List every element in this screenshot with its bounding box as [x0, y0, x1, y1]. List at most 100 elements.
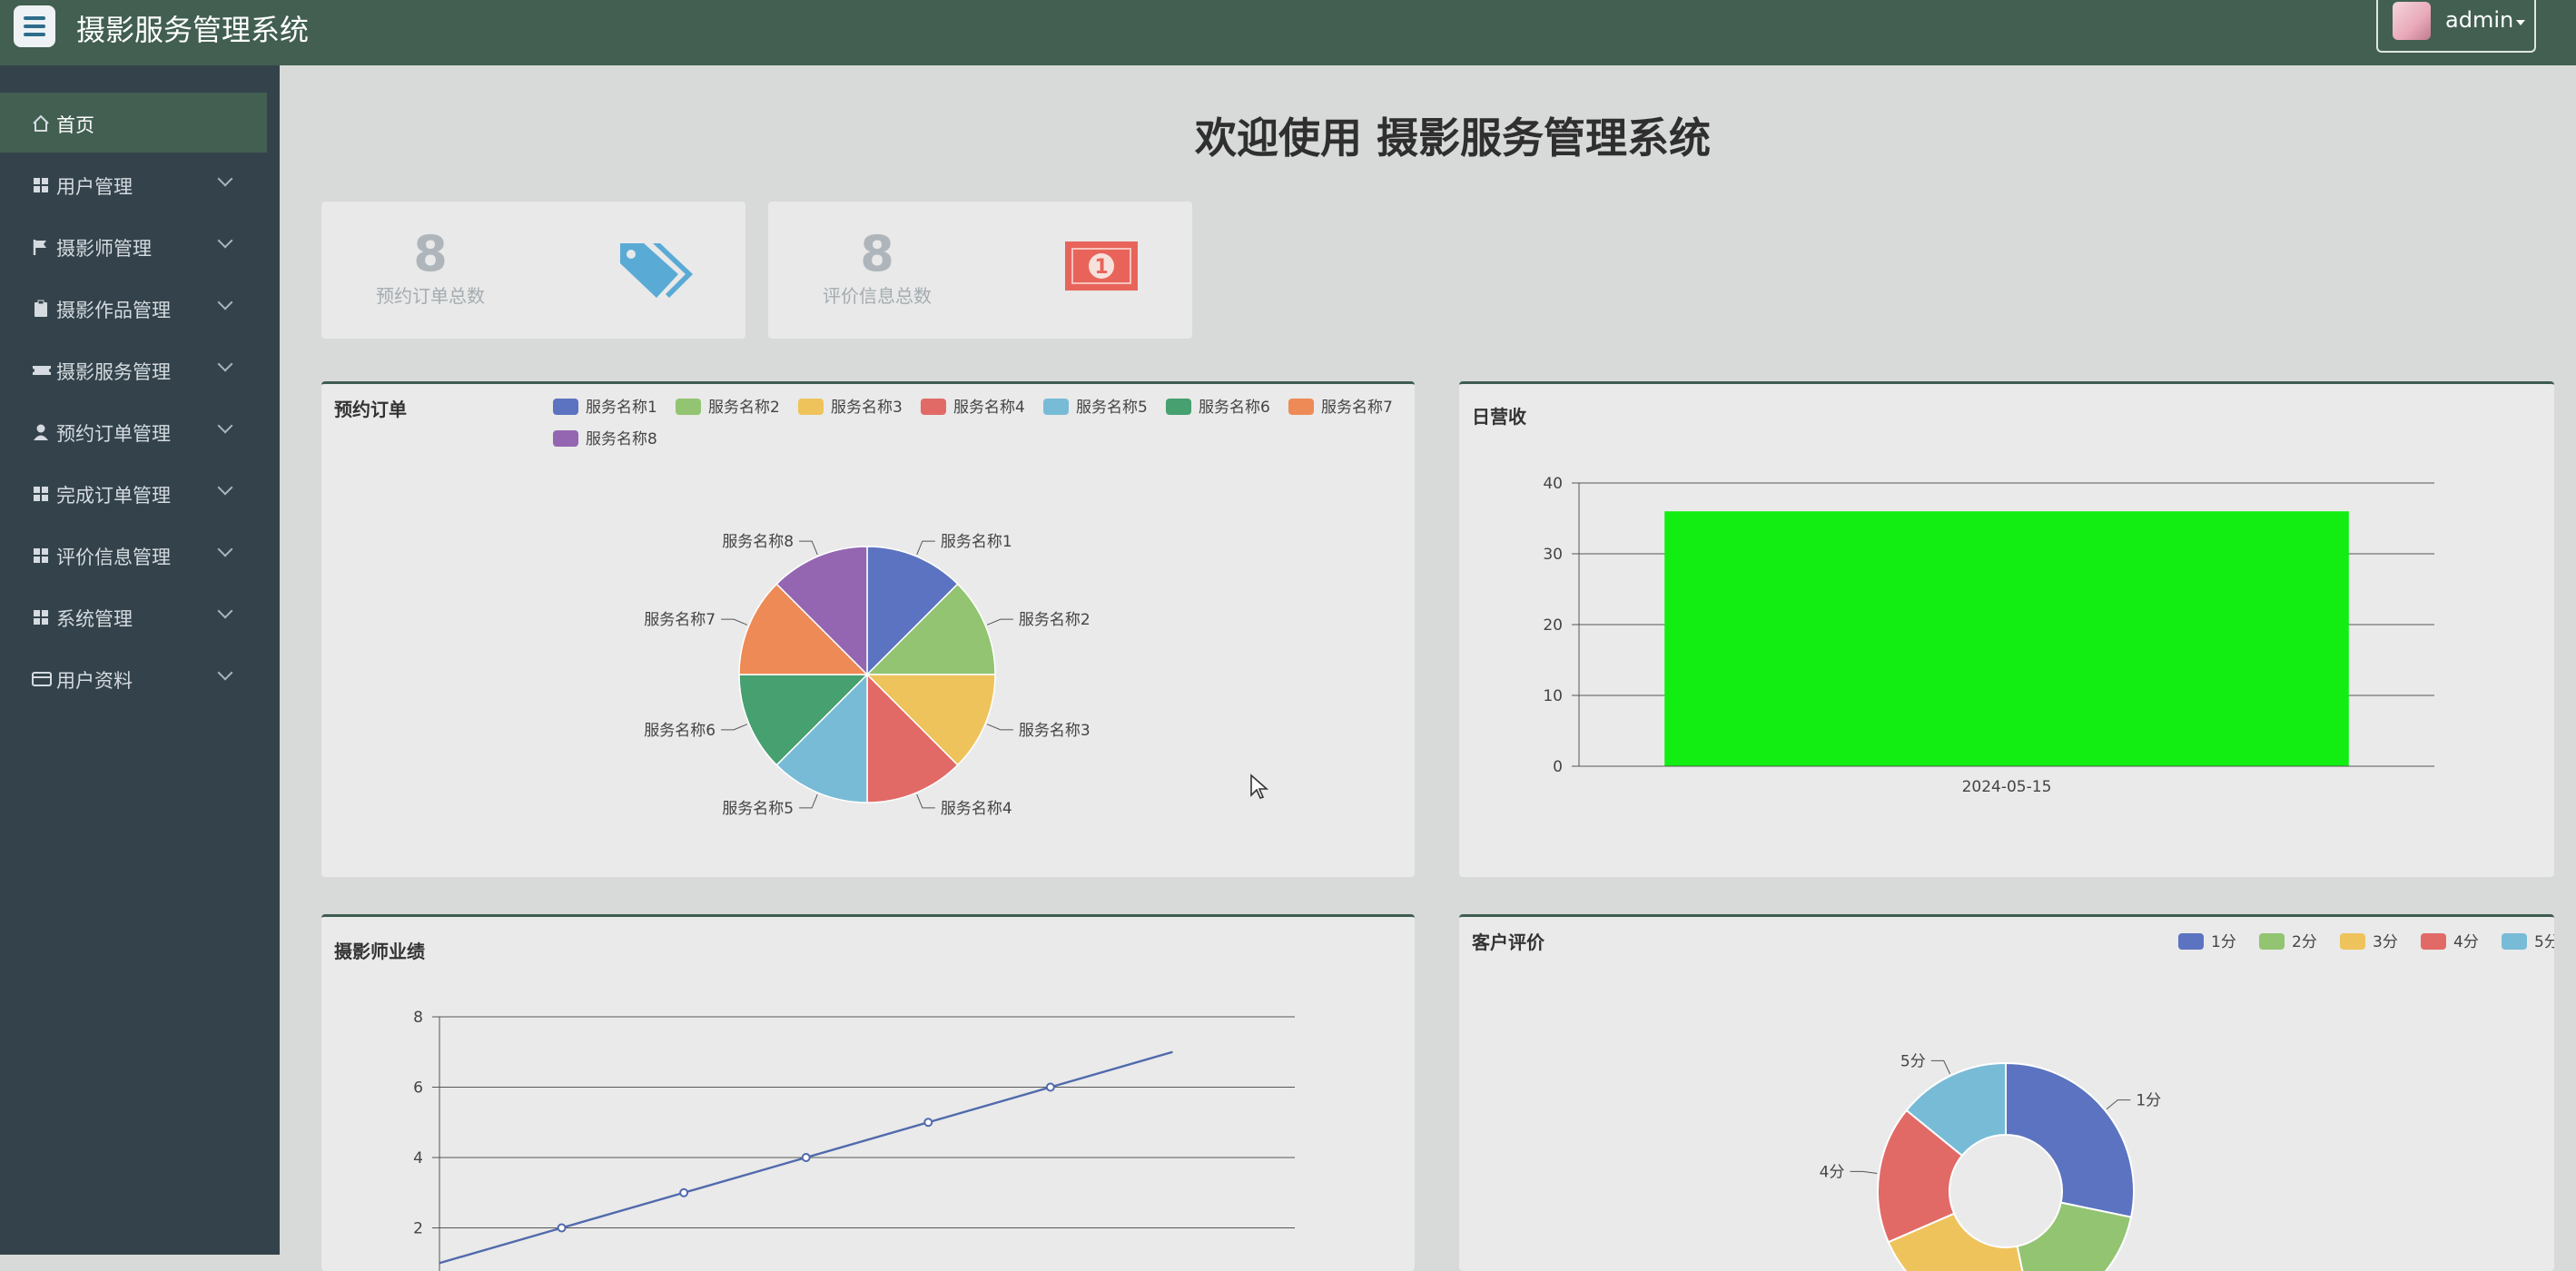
sidebar-item-1[interactable]: 用户管理	[0, 154, 267, 214]
label-leader-line	[1930, 1059, 1951, 1075]
stat-card: 8 评价信息总数 1	[768, 202, 1192, 339]
legend-label[interactable]: 1分	[2211, 933, 2236, 951]
stat-card: 8 预约订单总数	[321, 202, 745, 339]
user-menu-button[interactable]: admin	[2376, 0, 2536, 53]
sidebar-item-label: 预约订单管理	[56, 423, 171, 445]
legend-swatch[interactable]	[553, 430, 578, 447]
legend-swatch[interactable]	[798, 399, 824, 415]
chevron-down-icon	[217, 479, 233, 496]
slice-label: 服务名称5	[722, 800, 794, 818]
y-tick-label: 4	[413, 1149, 423, 1168]
chevron-down-icon	[217, 541, 233, 557]
slice-label: 服务名称2	[1019, 611, 1091, 629]
legend-label[interactable]: 服务名称2	[708, 399, 780, 417]
data-point[interactable]	[1045, 1082, 1055, 1092]
label-leader-line	[916, 540, 935, 556]
data-point[interactable]	[679, 1187, 689, 1197]
label-leader-line	[916, 793, 935, 809]
legend-label[interactable]: 服务名称5	[1076, 399, 1148, 417]
sidebar-item-4[interactable]: 摄影服务管理	[0, 340, 267, 399]
grid-icon	[32, 608, 50, 626]
legend-swatch[interactable]	[676, 399, 701, 415]
sidebar-item-label: 摄影师管理	[56, 238, 152, 260]
sidebar-item-0[interactable]: 首页	[0, 93, 267, 153]
sidebar-item-label: 用户资料	[56, 670, 133, 692]
sidebar-item-label: 评价信息管理	[56, 547, 171, 568]
y-tick-label: 30	[1543, 546, 1563, 564]
label-leader-line	[986, 724, 1013, 731]
ticket-icon	[32, 361, 51, 379]
sidebar-item-label: 首页	[56, 114, 94, 136]
clipboard-icon	[32, 300, 50, 318]
hamburger-line	[24, 25, 45, 28]
revenue-bar-chart: 0 10 20 30 40 2024-05-15	[1543, 475, 2434, 796]
legend-swatch[interactable]	[2421, 933, 2446, 950]
chevron-down-icon	[217, 294, 233, 310]
legend-label[interactable]: 服务名称6	[1199, 399, 1270, 417]
data-point[interactable]	[557, 1223, 567, 1233]
legend-swatch[interactable]	[1043, 399, 1069, 415]
y-tick-label: 0	[1553, 758, 1563, 776]
data-point[interactable]	[801, 1153, 811, 1162]
revenue-panel: 日营收 0 10 20 30 40 2024-05-15	[1459, 381, 2554, 877]
legend-label[interactable]: 2分	[2292, 933, 2317, 951]
app-title: 摄影服务管理系统	[76, 13, 310, 47]
label-leader-line	[2106, 1099, 2131, 1110]
legend-swatch[interactable]	[921, 399, 946, 415]
legend-label[interactable]: 服务名称1	[586, 399, 657, 417]
y-tick-label: 6	[413, 1079, 423, 1098]
legend-swatch[interactable]	[2178, 933, 2204, 950]
donut-slice[interactable]	[2016, 1201, 2133, 1271]
performance-line-chart: 2 4 6 8	[413, 1009, 1295, 1271]
user-icon	[32, 423, 50, 441]
grid-icon	[32, 485, 50, 503]
reviews-donut-chart: 1分2分3分4分5分1分2分3分4分5分	[1820, 933, 2554, 1271]
sidebar-item-label: 用户管理	[56, 176, 133, 198]
caret-down-icon	[2516, 20, 2525, 25]
sidebar-item-label: 完成订单管理	[56, 485, 171, 507]
sidebar-item-2[interactable]: 摄影师管理	[0, 216, 267, 276]
legend-label[interactable]: 服务名称7	[1321, 399, 1393, 417]
chevron-down-icon	[217, 418, 233, 434]
donut-slice[interactable]	[2005, 1061, 2135, 1218]
legend-swatch[interactable]	[1166, 399, 1191, 415]
legend-swatch[interactable]	[2502, 933, 2527, 950]
chevron-down-icon	[217, 171, 233, 187]
legend-label[interactable]: 4分	[2453, 933, 2479, 951]
legend-label[interactable]: 服务名称8	[586, 430, 657, 448]
sidebar-item-6[interactable]: 完成订单管理	[0, 463, 267, 523]
performance-panel: 摄影师业绩 2468	[321, 914, 1415, 1271]
legend-swatch[interactable]	[1288, 399, 1314, 415]
bar[interactable]	[1664, 511, 2349, 766]
legend-label[interactable]: 5分	[2534, 933, 2554, 951]
sidebar-item-8[interactable]: 系统管理	[0, 586, 267, 646]
money-icon: 1	[1063, 238, 1140, 296]
welcome-title: 欢迎使用 摄影服务管理系统	[1194, 113, 1711, 163]
chevron-down-icon	[217, 356, 233, 372]
data-point[interactable]	[923, 1118, 933, 1128]
home-icon	[32, 114, 50, 133]
chevron-down-icon	[217, 603, 233, 619]
orders-pie-chart: 服务名称1 服务名称2 服务名称3 服务名称4 服务名称5 服务名称6 服务名称7 服务名称8…	[553, 399, 1393, 818]
sidebar-item-3[interactable]: 摄影作品管理	[0, 278, 267, 338]
x-tick-label: 2024-05-15	[1962, 778, 2052, 796]
legend-swatch[interactable]	[553, 399, 578, 415]
stat-label: 评价信息总数	[823, 285, 932, 307]
stat-value: 8	[860, 225, 894, 282]
sidebar-item-7[interactable]: 评价信息管理	[0, 525, 267, 585]
legend-swatch[interactable]	[2259, 933, 2285, 950]
sidebar-item-5[interactable]: 预约订单管理	[0, 401, 267, 461]
top-bar: 摄影服务管理系统 admin	[0, 0, 2576, 65]
tags-icon	[617, 238, 693, 305]
card-icon	[32, 670, 52, 688]
label-leader-line	[1850, 1170, 1878, 1175]
legend-label[interactable]: 3分	[2373, 933, 2398, 951]
legend-label[interactable]: 服务名称4	[953, 399, 1025, 417]
sidebar-item-9[interactable]: 用户资料	[0, 648, 267, 708]
slice-label: 4分	[1820, 1163, 1845, 1181]
legend-label[interactable]: 服务名称3	[831, 399, 903, 417]
user-name: admin	[2445, 7, 2514, 33]
legend-swatch[interactable]	[2340, 933, 2365, 950]
slice-label: 1分	[2136, 1092, 2161, 1110]
menu-toggle-button[interactable]	[14, 5, 55, 47]
